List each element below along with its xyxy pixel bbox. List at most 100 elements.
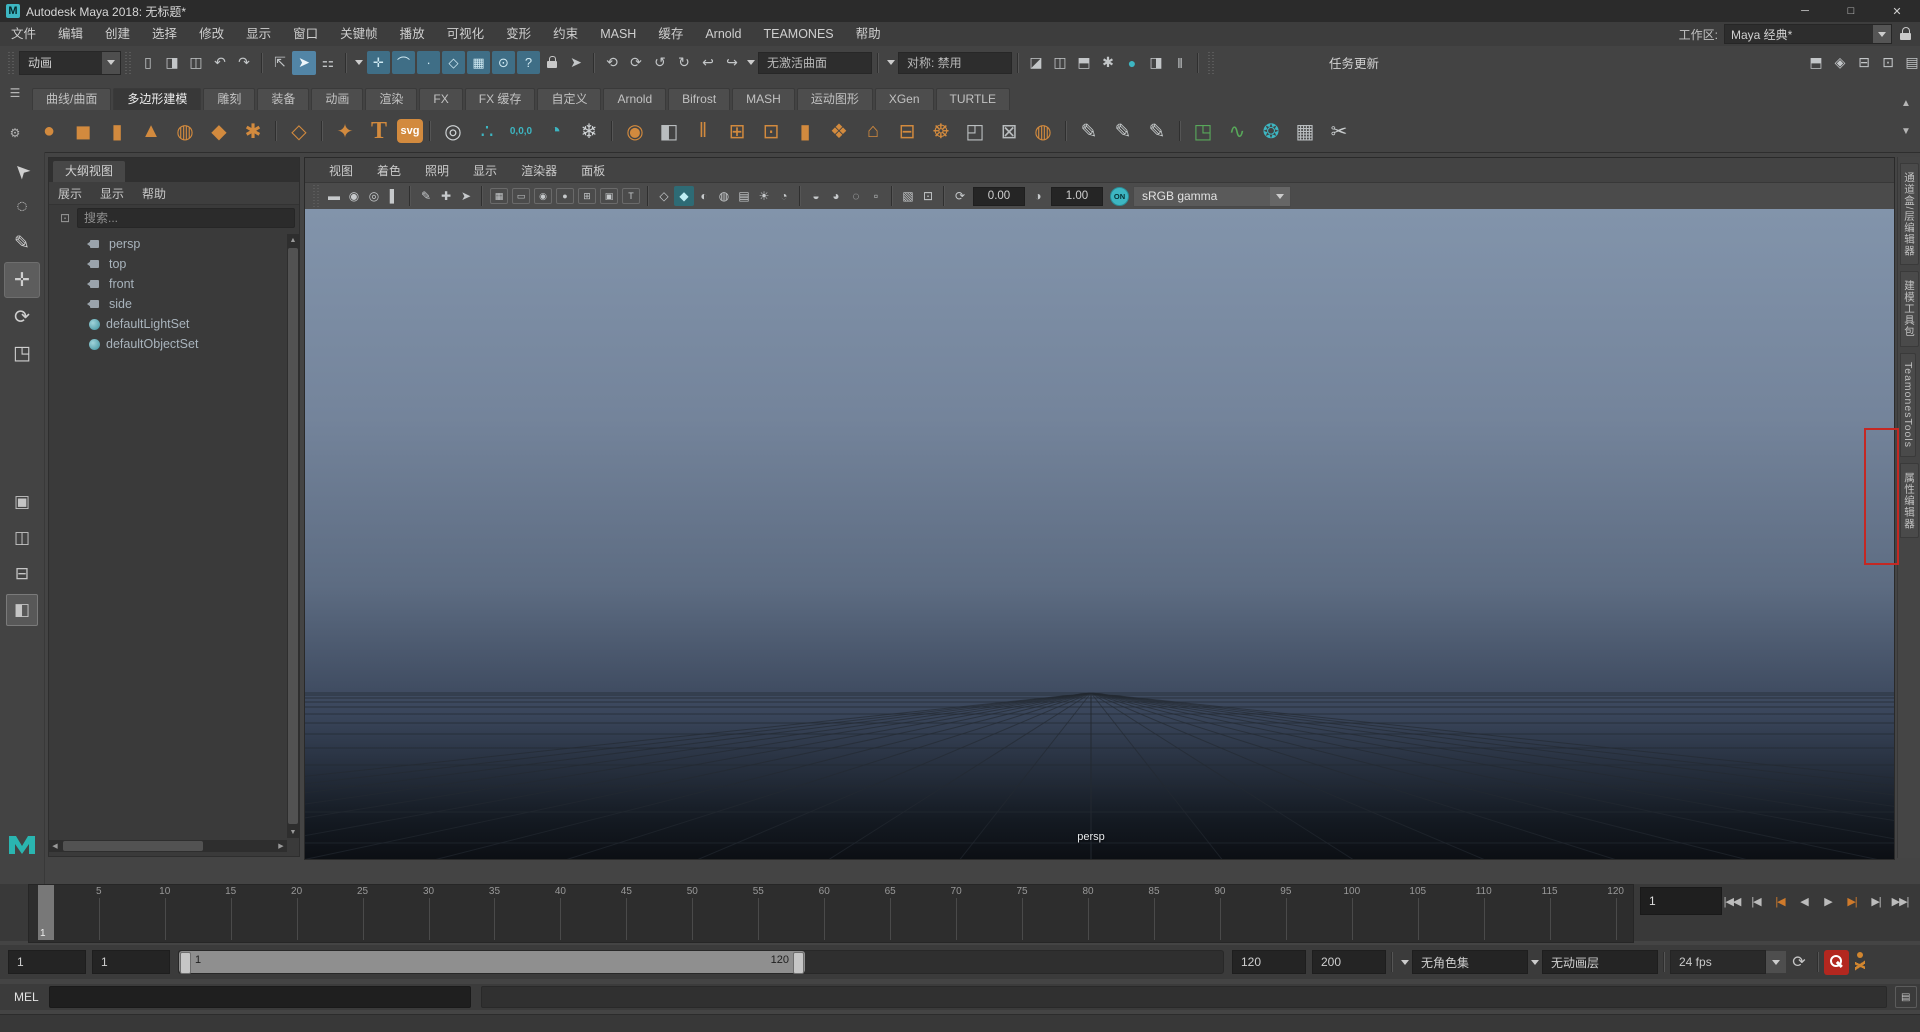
poly-torus-icon[interactable]: ◍: [169, 115, 201, 147]
timer-icon[interactable]: ◔: [539, 115, 571, 147]
extrude-icon[interactable]: ▮: [789, 115, 821, 147]
anti-aliasing-icon[interactable]: ◌: [846, 186, 866, 206]
shelf-tab[interactable]: 装备: [257, 88, 309, 110]
output-connections-icon[interactable]: ⟳: [624, 51, 648, 75]
shelf-tab[interactable]: XGen: [875, 88, 934, 110]
menu-item[interactable]: 变形: [495, 22, 542, 46]
shelf-menu-icon[interactable]: ☰: [7, 87, 23, 101]
2d-pan-zoom-icon[interactable]: ✚: [436, 186, 456, 206]
play-backwards-button[interactable]: ◀: [1792, 887, 1816, 915]
animation-layer-field[interactable]: 无动画层: [1542, 950, 1658, 974]
film-gate-icon[interactable]: ▭: [512, 188, 530, 204]
viewport-menu-item[interactable]: 渲染器: [509, 162, 569, 179]
poly-disc-icon[interactable]: ✱: [237, 115, 269, 147]
highlight-selection-icon[interactable]: ➤: [564, 51, 588, 75]
viewport-menu-item[interactable]: 显示: [461, 162, 509, 179]
show-attribute-editor-icon[interactable]: ⊟: [1852, 51, 1876, 75]
slide-edge-icon[interactable]: ✎: [1141, 115, 1173, 147]
scroll-down-icon[interactable]: ▼: [287, 826, 299, 838]
gamma-icon[interactable]: ◑: [1028, 186, 1048, 206]
auto-keyframe-toggle[interactable]: [1824, 950, 1849, 975]
command-result-field[interactable]: [481, 986, 1887, 1008]
shelf-tab[interactable]: 多边形建模: [113, 88, 201, 110]
viewport-menu-item[interactable]: 着色: [365, 162, 413, 179]
textured-icon[interactable]: ▤: [734, 186, 754, 206]
snap-to-grid-icon[interactable]: ✛: [367, 51, 390, 74]
menu-item[interactable]: 缓存: [647, 22, 694, 46]
ipr-render-icon[interactable]: ◫: [1048, 51, 1072, 75]
bookmark-icon[interactable]: ▌: [384, 186, 404, 206]
right-dock-tab[interactable]: 通道盒/层编辑器: [1900, 163, 1919, 265]
range-slider-track[interactable]: 1 120: [178, 950, 1224, 974]
paint-select-tool[interactable]: ✎: [5, 226, 39, 260]
chevron-down-icon[interactable]: [1528, 960, 1542, 965]
outliner-tab[interactable]: 大纲视图: [53, 161, 125, 182]
snap-help-icon[interactable]: ?: [517, 51, 540, 74]
grid-fill-icon[interactable]: ▦: [1289, 115, 1321, 147]
input-connections-icon[interactable]: ⟲: [600, 51, 624, 75]
shelf-tab[interactable]: FX: [419, 88, 462, 110]
cut-faces-icon[interactable]: ✂: [1323, 115, 1355, 147]
lock-camera-icon[interactable]: ◉: [344, 186, 364, 206]
right-dock-tab[interactable]: TeamonesTools: [1900, 353, 1916, 457]
chevron-down-icon[interactable]: [1873, 25, 1891, 43]
grip-handle[interactable]: [313, 185, 320, 207]
scrollbar-thumb[interactable]: [63, 841, 203, 851]
chevron-down-icon[interactable]: [102, 52, 120, 74]
wireframe-icon[interactable]: ◇: [654, 186, 674, 206]
output-operations-icon[interactable]: ↻: [672, 51, 696, 75]
filter-icon[interactable]: ⊡: [57, 210, 73, 226]
viewport-menu-item[interactable]: 面板: [569, 162, 617, 179]
workspace-select[interactable]: Maya 经典*: [1724, 24, 1892, 44]
grip-handle[interactable]: [125, 52, 132, 74]
scale-tool[interactable]: ◳: [5, 336, 39, 370]
render-settings-icon[interactable]: ✱: [1096, 51, 1120, 75]
menu-item[interactable]: 创建: [94, 22, 141, 46]
animation-preferences-icon[interactable]: [1849, 950, 1871, 975]
scroll-up-icon[interactable]: ▲: [287, 234, 299, 246]
hypershade-icon[interactable]: ●: [1120, 51, 1144, 75]
snap-to-projected-center-icon[interactable]: ◇: [442, 51, 465, 74]
menu-item[interactable]: 文件: [0, 22, 47, 46]
horizontal-scrollbar[interactable]: ◀ ▶: [49, 840, 287, 852]
open-scene-icon[interactable]: ◨: [160, 51, 184, 75]
poly-cube-icon[interactable]: ◼: [67, 115, 99, 147]
use-default-material-icon[interactable]: ◐: [694, 186, 714, 206]
move-tool[interactable]: ✛: [4, 262, 40, 298]
menu-item[interactable]: 约束: [542, 22, 589, 46]
fps-select[interactable]: 24 fps: [1670, 950, 1766, 974]
xray-icon[interactable]: ⊡: [918, 186, 938, 206]
shelf-tab[interactable]: 雕刻: [203, 88, 255, 110]
shelf-tab[interactable]: Bifrost: [668, 88, 730, 110]
select-camera-icon[interactable]: ▬: [324, 186, 344, 206]
layout-two-pane-button[interactable]: ◫: [6, 522, 38, 554]
maximize-button[interactable]: □: [1828, 0, 1874, 22]
show-channel-box-icon[interactable]: ▤: [1900, 51, 1920, 75]
frame-selection-icon[interactable]: ◎: [437, 115, 469, 147]
outliner-item[interactable]: front: [49, 274, 287, 294]
boolean-icon[interactable]: ◉: [619, 115, 651, 147]
outliner-menu-item[interactable]: 显示: [91, 185, 133, 202]
grip-handle[interactable]: [1208, 52, 1215, 74]
lock-selection-icon[interactable]: [547, 56, 558, 69]
show-humanik-icon[interactable]: ◈: [1828, 51, 1852, 75]
separate-icon[interactable]: ‖: [687, 115, 719, 147]
safe-action-icon[interactable]: ▣: [600, 188, 618, 204]
field-chart-icon[interactable]: ⊞: [578, 188, 596, 204]
show-tool-settings-icon[interactable]: ⊡: [1876, 51, 1900, 75]
exposure-field[interactable]: 0.00: [973, 187, 1025, 206]
chevron-down-icon[interactable]: [1766, 951, 1786, 973]
menu-item[interactable]: MASH: [589, 22, 647, 46]
outliner-item[interactable]: persp: [49, 234, 287, 254]
render-frame-icon[interactable]: ◪: [1024, 51, 1048, 75]
poly-cylinder-icon[interactable]: ▮: [101, 115, 133, 147]
motion-blur-icon[interactable]: ◕: [826, 186, 846, 206]
render-sequence-icon[interactable]: ⬒: [1072, 51, 1096, 75]
task-update-button[interactable]: 任务更新: [1329, 53, 1379, 72]
grid-toggle-icon[interactable]: ▦: [490, 188, 508, 204]
active-surface-field[interactable]: 无激活曲面: [758, 52, 872, 74]
select-hierarchy-icon[interactable]: ⇱: [268, 51, 292, 75]
smooth-icon[interactable]: ◍: [1027, 115, 1059, 147]
camera-attributes-icon[interactable]: ◎: [364, 186, 384, 206]
character-set-field[interactable]: 无角色集: [1412, 950, 1528, 974]
